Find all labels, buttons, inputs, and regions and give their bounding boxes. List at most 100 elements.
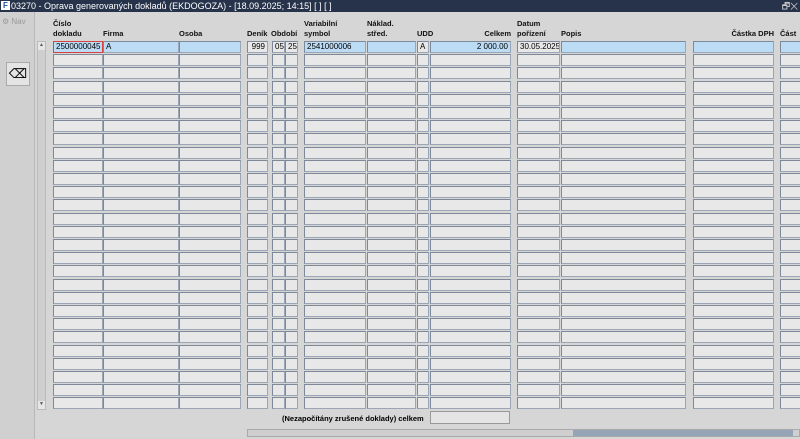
cell-obd_m[interactable]	[272, 67, 285, 80]
cell-varsym[interactable]	[304, 278, 366, 291]
cell-cast[interactable]	[780, 146, 800, 159]
cell-popis[interactable]	[561, 331, 686, 344]
cell-dph[interactable]	[693, 318, 774, 331]
cell-varsym[interactable]	[304, 318, 366, 331]
cell-cislo[interactable]	[53, 371, 103, 383]
cell-naklad[interactable]	[367, 265, 416, 278]
cell-obd_m[interactable]	[272, 54, 285, 67]
cell-datum[interactable]	[517, 186, 560, 199]
cell-obd_y[interactable]	[285, 225, 298, 238]
cell-obd_m[interactable]	[272, 291, 285, 304]
cell-osoba[interactable]	[179, 80, 241, 93]
cell-popis[interactable]	[561, 159, 686, 172]
cell-udd[interactable]	[417, 212, 429, 225]
cell-naklad[interactable]	[367, 344, 416, 357]
cell-datum[interactable]	[517, 384, 560, 397]
cell-obd_m[interactable]	[272, 133, 285, 146]
cell-celkem[interactable]	[430, 252, 511, 265]
cell-varsym[interactable]	[304, 173, 366, 185]
cell-udd[interactable]	[417, 305, 429, 317]
cell-cislo[interactable]	[53, 318, 103, 331]
cell-varsym[interactable]	[304, 291, 366, 304]
cell-obd_y[interactable]	[285, 146, 298, 159]
cell-obd_y[interactable]	[285, 331, 298, 344]
cell-cast[interactable]	[780, 371, 800, 383]
cell-firma[interactable]	[103, 133, 179, 146]
cell-firma[interactable]	[103, 305, 179, 317]
cell-udd[interactable]	[417, 133, 429, 146]
cell-cast[interactable]	[780, 318, 800, 331]
cell-cast[interactable]	[780, 305, 800, 317]
cell-varsym[interactable]	[304, 186, 366, 199]
cell-datum[interactable]	[517, 199, 560, 212]
cell-udd[interactable]	[417, 291, 429, 304]
cell-varsym[interactable]	[304, 305, 366, 317]
cell-denik[interactable]	[247, 225, 268, 238]
cell-celkem[interactable]	[430, 344, 511, 357]
cell-firma[interactable]	[103, 357, 179, 370]
cell-celkem[interactable]	[430, 239, 511, 251]
cell-obd_y[interactable]	[285, 384, 298, 397]
cell-celkem[interactable]	[430, 278, 511, 291]
cell-firma[interactable]	[103, 93, 179, 106]
cell-cast[interactable]	[780, 212, 800, 225]
scroll-thumb[interactable]	[573, 430, 793, 436]
scroll-down-icon[interactable]: ▼	[38, 401, 45, 409]
cell-celkem[interactable]	[430, 93, 511, 106]
cell-datum[interactable]	[517, 291, 560, 304]
vertical-scrollbar[interactable]: ▲ ▼	[37, 41, 46, 410]
cell-cislo[interactable]	[53, 225, 103, 238]
cell-osoba[interactable]	[179, 239, 241, 251]
cell-dph[interactable]	[693, 397, 774, 410]
cell-celkem[interactable]	[430, 159, 511, 172]
cell-varsym[interactable]: 2541000006	[304, 41, 366, 53]
cell-cislo[interactable]	[53, 239, 103, 251]
cell-denik[interactable]	[247, 199, 268, 212]
cell-cast[interactable]	[780, 357, 800, 370]
cell-celkem[interactable]	[430, 291, 511, 304]
cell-celkem[interactable]	[430, 331, 511, 344]
cell-obd_m[interactable]	[272, 186, 285, 199]
cell-obd_m[interactable]	[272, 146, 285, 159]
cell-cislo[interactable]	[53, 67, 103, 80]
cell-naklad[interactable]	[367, 120, 416, 133]
cell-denik[interactable]	[247, 146, 268, 159]
cell-celkem[interactable]	[430, 265, 511, 278]
cell-varsym[interactable]	[304, 146, 366, 159]
cell-cast[interactable]	[780, 331, 800, 344]
cell-cast[interactable]	[780, 93, 800, 106]
cell-obd_m[interactable]	[272, 80, 285, 93]
cell-udd[interactable]	[417, 252, 429, 265]
cell-cislo[interactable]	[53, 133, 103, 146]
cell-popis[interactable]	[561, 305, 686, 317]
cell-varsym[interactable]	[304, 159, 366, 172]
cell-obd_y[interactable]	[285, 159, 298, 172]
cell-obd_m[interactable]	[272, 318, 285, 331]
cell-celkem[interactable]	[430, 371, 511, 383]
cell-cast[interactable]	[780, 54, 800, 67]
cell-cast[interactable]	[780, 186, 800, 199]
cell-dph[interactable]	[693, 305, 774, 317]
cell-obd_y[interactable]	[285, 54, 298, 67]
cell-cast[interactable]	[780, 173, 800, 185]
cell-obd_m[interactable]	[272, 344, 285, 357]
cell-varsym[interactable]	[304, 67, 366, 80]
cell-varsym[interactable]	[304, 252, 366, 265]
cell-dph[interactable]	[693, 371, 774, 383]
cell-varsym[interactable]	[304, 371, 366, 383]
cell-dph[interactable]	[693, 199, 774, 212]
cell-varsym[interactable]	[304, 344, 366, 357]
cell-dph[interactable]	[693, 331, 774, 344]
cell-cast[interactable]	[780, 252, 800, 265]
cell-naklad[interactable]	[367, 54, 416, 67]
cell-firma[interactable]	[103, 225, 179, 238]
cell-osoba[interactable]	[179, 212, 241, 225]
cell-firma[interactable]	[103, 291, 179, 304]
cell-cislo[interactable]	[53, 212, 103, 225]
cell-denik[interactable]	[247, 291, 268, 304]
cell-celkem[interactable]	[430, 199, 511, 212]
cell-osoba[interactable]	[179, 54, 241, 67]
cell-varsym[interactable]	[304, 54, 366, 67]
cell-udd[interactable]	[417, 199, 429, 212]
cell-firma[interactable]	[103, 107, 179, 119]
